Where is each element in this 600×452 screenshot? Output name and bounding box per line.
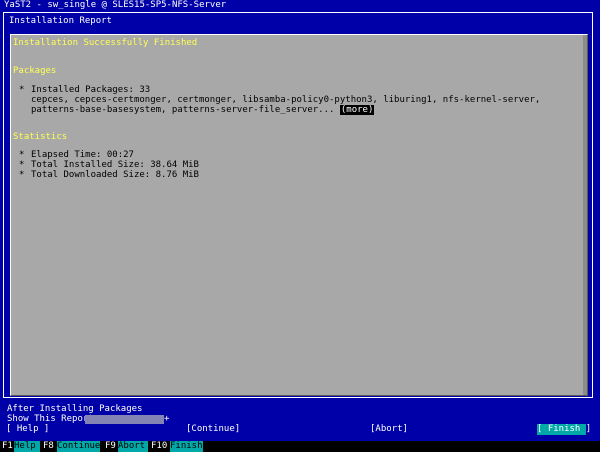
- package-list-text: patterns-base-basesystem, patterns-serve…: [31, 105, 335, 115]
- abort-button[interactable]: [Abort]: [370, 424, 408, 435]
- installation-report-panel[interactable]: Installation Successfully Finished Packa…: [10, 34, 588, 396]
- window-title: YaST2 - sw_single @ SLES15-SP5-NFS-Serve…: [4, 0, 227, 10]
- fkey-f1-key[interactable]: F1: [2, 441, 13, 452]
- fkey-f8-key[interactable]: F8: [43, 441, 54, 452]
- fkey-f9-label[interactable]: Abort: [118, 441, 148, 452]
- more-link[interactable]: (more): [339, 105, 375, 115]
- after-installing-combobox[interactable]: [85, 415, 164, 424]
- function-key-bar: F1 Help F8 Continue F9 Abort F10 Finish: [0, 441, 600, 452]
- bullet-icon: *: [19, 170, 25, 180]
- fkey-f10-key[interactable]: F10: [151, 441, 168, 452]
- total-downloaded-size: Total Downloaded Size: 8.76 MiB: [31, 170, 199, 180]
- continue-button[interactable]: [Continue]: [186, 424, 240, 435]
- report-heading: Installation Successfully Finished: [13, 38, 198, 48]
- package-list-line-2: patterns-base-basesystem, patterns-serve…: [31, 105, 375, 116]
- fkey-f9-key[interactable]: F9: [105, 441, 116, 452]
- statistics-heading: Statistics: [13, 132, 68, 142]
- packages-heading: Packages: [13, 66, 57, 76]
- fkey-f1-label[interactable]: Help: [14, 441, 40, 452]
- help-button[interactable]: [ Help ]: [6, 424, 49, 435]
- window-titlebar: YaST2 - sw_single @ SLES15-SP5-NFS-Serve…: [0, 0, 600, 11]
- dialog-title: Installation Report: [9, 16, 112, 26]
- report-scrollbar[interactable]: [583, 35, 587, 395]
- fkey-f10-label[interactable]: Finish: [170, 441, 203, 452]
- finish-button[interactable]: [ Finish ]: [537, 424, 591, 435]
- fkey-f8-label[interactable]: Continue: [57, 441, 100, 452]
- bullet-icon: *: [19, 85, 25, 95]
- combobox-expand-icon[interactable]: +: [164, 414, 169, 425]
